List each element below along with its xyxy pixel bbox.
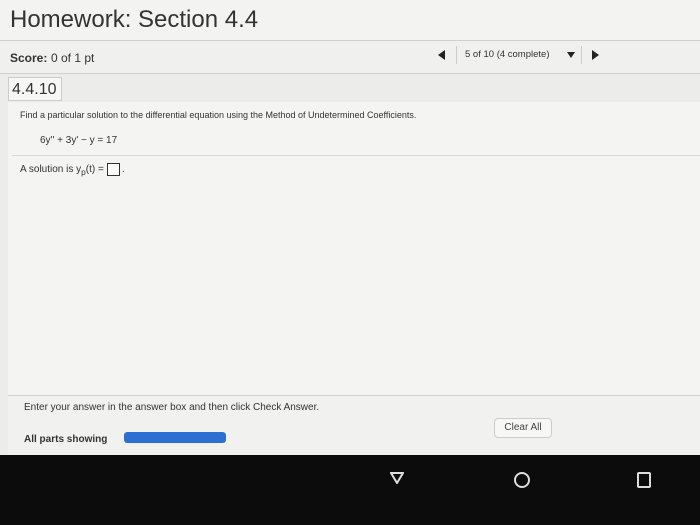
next-question-icon[interactable] bbox=[592, 50, 599, 60]
title-bar: Homework: Section 4.4 bbox=[0, 0, 700, 41]
parts-progress-bar bbox=[124, 432, 226, 443]
page-title: Homework: Section 4.4 bbox=[10, 6, 259, 33]
android-navigation-bar bbox=[0, 455, 700, 525]
differential-equation: 6y'' + 3y' − y = 17 bbox=[40, 135, 118, 146]
question-selector[interactable]: 5 of 10 (4 complete) bbox=[456, 46, 582, 64]
home-icon[interactable] bbox=[514, 472, 530, 488]
problem-instruction: Find a particular solution to the differ… bbox=[20, 110, 417, 120]
solution-prefix: A solution is y bbox=[20, 164, 82, 176]
clear-all-button[interactable]: Clear All bbox=[494, 418, 552, 438]
parts-showing-label: All parts showing bbox=[24, 434, 108, 445]
score-value: 0 of 1 pt bbox=[51, 51, 95, 65]
score-label: Score: bbox=[10, 51, 48, 65]
solution-line: A solution is yp(t) =. bbox=[20, 163, 125, 177]
problem-divider bbox=[12, 155, 700, 156]
back-icon[interactable] bbox=[390, 472, 404, 484]
dropdown-arrow-icon[interactable] bbox=[567, 52, 575, 58]
solution-suffix: (t) = bbox=[85, 164, 104, 176]
solution-period: . bbox=[121, 164, 125, 176]
homework-screen: Homework: Section 4.4 Score: 0 of 1 pt 5… bbox=[0, 0, 700, 456]
answer-input-box[interactable] bbox=[106, 163, 120, 176]
question-selector-label: 5 of 10 (4 complete) bbox=[465, 49, 550, 60]
previous-question-icon[interactable] bbox=[438, 50, 445, 60]
answer-instructions: Enter your answer in the answer box and … bbox=[24, 402, 320, 413]
problem-area bbox=[8, 102, 700, 402]
recent-apps-icon[interactable] bbox=[637, 472, 651, 488]
problem-number: 4.4.10 bbox=[8, 77, 62, 101]
parts-progress-fill bbox=[124, 432, 226, 443]
question-navigation: 5 of 10 (4 complete) bbox=[428, 46, 606, 66]
